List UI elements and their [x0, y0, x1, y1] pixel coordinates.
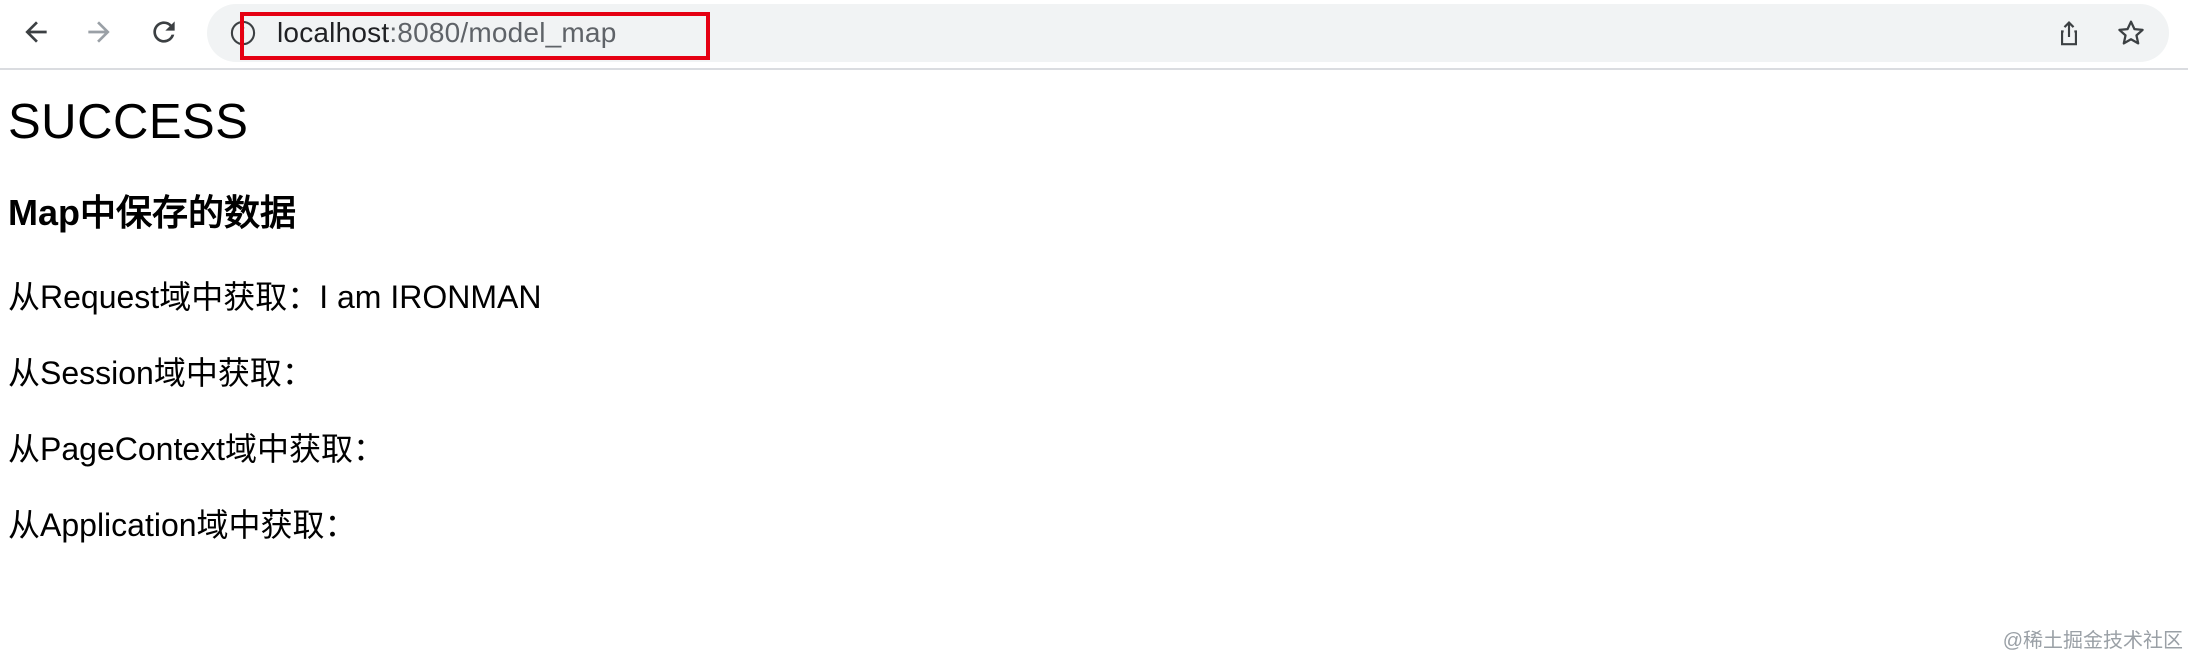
page-title: SUCCESS: [8, 95, 249, 149]
reload-icon: [153, 21, 175, 43]
star-icon[interactable]: [2115, 17, 2147, 49]
arrow-left-icon: [25, 21, 47, 43]
watermark: @稀土掘金技术社区: [2002, 630, 2183, 652]
pagecontext-scope-line: 从PageContext域中获取：: [8, 431, 386, 467]
request-scope-line: 从Request域中获取：I am IRONMAN: [8, 279, 542, 315]
url-highlight-annotation: [240, 12, 710, 60]
share-icon[interactable]: [2053, 17, 2085, 49]
forward-button[interactable]: [77, 10, 121, 54]
reload-button[interactable]: [142, 10, 186, 54]
session-scope-line: 从Session域中获取：: [8, 355, 314, 391]
page-content: SUCCESS Map中保存的数据 从Request域中获取：I am IRON…: [8, 70, 2168, 563]
back-button[interactable]: [14, 10, 58, 54]
arrow-right-icon: [88, 21, 110, 43]
browser-toolbar: localhost:8080/model_map: [0, 0, 2188, 70]
application-scope-line: 从Application域中获取：: [8, 507, 357, 543]
section-heading: Map中保存的数据: [8, 192, 297, 233]
